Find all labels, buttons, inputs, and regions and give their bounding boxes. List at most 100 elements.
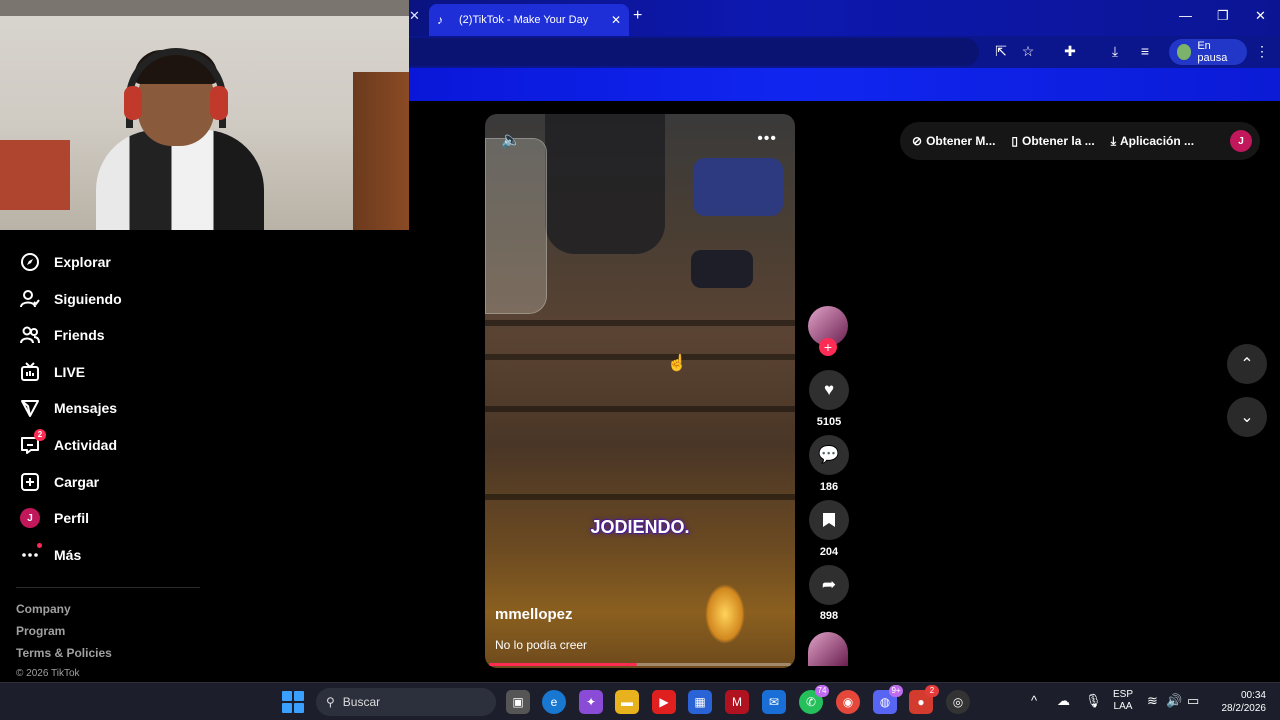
video-progress-fill bbox=[489, 663, 637, 666]
footer-link-program[interactable]: Program bbox=[16, 624, 65, 638]
prev-tab-close-icon[interactable]: ✕ bbox=[409, 8, 420, 24]
sidebar-item-cargar[interactable]: Cargar bbox=[20, 467, 99, 497]
video-background-figure bbox=[545, 114, 665, 254]
sidebar-item-siguiendo[interactable]: Siguiendo bbox=[20, 284, 122, 314]
next-creator-avatar[interactable] bbox=[808, 632, 848, 666]
battery-icon[interactable]: ▭ bbox=[1187, 693, 1199, 709]
get-coins-button[interactable]: ⊘ Obtener M... bbox=[912, 134, 995, 148]
microphone-icon[interactable]: 🎙 bbox=[1085, 693, 1102, 709]
top-action-bar: ⊘ Obtener M... ▯ Obtener la ... ⤓ Aplica… bbox=[900, 122, 1260, 160]
recording-app-icon[interactable]: ● 2 bbox=[909, 685, 939, 714]
chevron-up-icon: ⌃ bbox=[1240, 356, 1254, 373]
previous-video-button[interactable]: ⌃ bbox=[1227, 344, 1267, 384]
whatsapp-icon[interactable]: ✆ 74 bbox=[799, 685, 829, 714]
discord-icon[interactable]: ◍ 9+ bbox=[873, 685, 903, 714]
page-top-banner bbox=[409, 68, 1280, 101]
extensions-puzzle-icon[interactable]: ✚ bbox=[1061, 43, 1079, 61]
install-app-icon[interactable]: ⇱ bbox=[992, 43, 1010, 61]
browser-menu-icon[interactable]: ⋮ bbox=[1253, 43, 1271, 61]
like-button[interactable]: ♥ bbox=[809, 370, 849, 410]
sidebar-item-actividad[interactable]: 2 Actividad bbox=[20, 429, 118, 460]
volume-icon[interactable]: 🔈 bbox=[501, 130, 521, 150]
comment-button[interactable]: 💬 bbox=[809, 435, 849, 475]
tab-close-icon[interactable]: ✕ bbox=[611, 13, 621, 27]
video-glass bbox=[485, 138, 547, 314]
paper-plane-icon bbox=[20, 398, 40, 418]
profile-button[interactable]: En pausa bbox=[1169, 39, 1247, 65]
video-caption: JODIENDO. bbox=[590, 517, 690, 537]
profile-avatar bbox=[1177, 44, 1192, 60]
desktop-app-label: Aplicación ... bbox=[1120, 134, 1195, 148]
sidebar-item-mas[interactable]: Más bbox=[20, 540, 81, 570]
mail-icon[interactable]: ✉ bbox=[762, 690, 786, 714]
avatar: J bbox=[20, 508, 40, 528]
tab-title: (2)TikTok - Make Your Day bbox=[459, 14, 589, 26]
mouse-cursor-icon: ☝ bbox=[667, 355, 687, 372]
get-coins-label: Obtener M... bbox=[926, 134, 996, 148]
minimize-icon[interactable]: — bbox=[1179, 8, 1192, 23]
mcafee-icon[interactable]: M bbox=[725, 690, 749, 714]
video-motorcycle bbox=[693, 158, 783, 216]
media-controls-icon[interactable]: ≡ bbox=[1136, 43, 1154, 61]
sidebar-item-friends[interactable]: Friends bbox=[20, 320, 105, 350]
browser-tab-bar: ✕ ♪ (2)TikTok - Make Your Day ✕ + — ❐ ✕ bbox=[409, 0, 1280, 36]
desktop-app-button[interactable]: ⤓ Aplicación ... bbox=[1111, 134, 1194, 149]
sidebar-item-perfil[interactable]: J Perfil bbox=[20, 503, 89, 533]
onedrive-icon[interactable]: ☁ bbox=[1057, 693, 1070, 709]
table-plank-line bbox=[485, 354, 795, 360]
sidebar-item-explorar[interactable]: Explorar bbox=[20, 247, 111, 277]
browser-tab-tiktok[interactable]: ♪ (2)TikTok - Make Your Day ✕ bbox=[429, 4, 629, 36]
downloads-icon[interactable]: ⤓ bbox=[1106, 43, 1124, 61]
edge-browser-icon[interactable]: e bbox=[542, 690, 566, 714]
table-plank-line bbox=[485, 406, 795, 412]
new-tab-plus-icon[interactable]: + bbox=[633, 7, 642, 25]
next-video-button[interactable]: ⌄ bbox=[1227, 397, 1267, 437]
video-progress-bar[interactable] bbox=[489, 663, 791, 666]
windows-start-icon[interactable] bbox=[282, 691, 304, 713]
youtube-icon[interactable]: ▶ bbox=[652, 690, 676, 714]
whatsapp-badge: 74 bbox=[815, 685, 829, 697]
taskbar-clock[interactable]: 00:34 28/2/2026 bbox=[1222, 689, 1267, 715]
upload-plus-icon bbox=[20, 472, 40, 492]
microsoft-store-icon[interactable]: ▦ bbox=[688, 690, 712, 714]
copilot-icon[interactable]: ✦ bbox=[579, 690, 603, 714]
video-more-icon[interactable]: ••• bbox=[757, 130, 777, 148]
footer-link-company[interactable]: Company bbox=[16, 602, 71, 616]
webcam-overlay bbox=[0, 0, 409, 230]
file-explorer-icon[interactable]: ▬ bbox=[615, 690, 639, 714]
restore-icon[interactable]: ❐ bbox=[1217, 8, 1229, 24]
taskbar-search[interactable]: ⚲ Buscar bbox=[316, 688, 496, 716]
sidebar-item-label: Perfil bbox=[54, 510, 90, 526]
window-close-icon[interactable]: ✕ bbox=[1255, 8, 1266, 24]
bookmark-star-icon[interactable]: ☆ bbox=[1019, 43, 1037, 61]
webcam-door bbox=[353, 72, 409, 230]
sidebar-item-live[interactable]: LIVE bbox=[20, 357, 85, 387]
task-view-icon[interactable]: ▣ bbox=[506, 690, 530, 714]
screen: ✕ ♪ (2)TikTok - Make Your Day ✕ + — ❐ ✕ … bbox=[0, 0, 1280, 720]
sidebar-item-mensajes[interactable]: Mensajes bbox=[20, 393, 117, 423]
webcam-shelf bbox=[0, 140, 70, 210]
video-player[interactable]: 🔈 ••• JODIENDO. mmellopez No lo podía cr… bbox=[485, 114, 795, 668]
share-arrow-icon: ➦ bbox=[821, 575, 837, 594]
share-button[interactable]: ➦ bbox=[809, 565, 849, 605]
speaker-icon[interactable]: 🔊 bbox=[1166, 693, 1182, 709]
get-app-button[interactable]: ▯ Obtener la ... bbox=[1011, 134, 1094, 148]
save-button[interactable] bbox=[809, 500, 849, 540]
coin-icon: ⊘ bbox=[912, 134, 923, 148]
live-tv-icon bbox=[20, 362, 40, 382]
follow-button[interactable]: + bbox=[819, 338, 837, 356]
sidebar-item-label: Actividad bbox=[54, 437, 118, 453]
obs-icon[interactable]: ◎ bbox=[946, 690, 970, 714]
clock-time: 00:34 bbox=[1240, 690, 1266, 701]
video-username[interactable]: mmellopez bbox=[495, 606, 573, 623]
chrome-icon[interactable]: ◉ bbox=[836, 690, 860, 714]
save-count: 204 bbox=[819, 546, 839, 558]
address-bar[interactable] bbox=[409, 38, 979, 66]
language-indicator[interactable]: ESP LAA bbox=[1110, 689, 1136, 713]
tray-chevron-up-icon[interactable]: ^ bbox=[1031, 693, 1037, 708]
wifi-icon[interactable]: ≋ bbox=[1147, 693, 1158, 709]
user-avatar[interactable]: J bbox=[1230, 130, 1252, 152]
discord-badge: 9+ bbox=[889, 685, 903, 697]
share-count: 898 bbox=[819, 610, 839, 622]
footer-link-terms[interactable]: Terms & Policies bbox=[16, 646, 112, 660]
